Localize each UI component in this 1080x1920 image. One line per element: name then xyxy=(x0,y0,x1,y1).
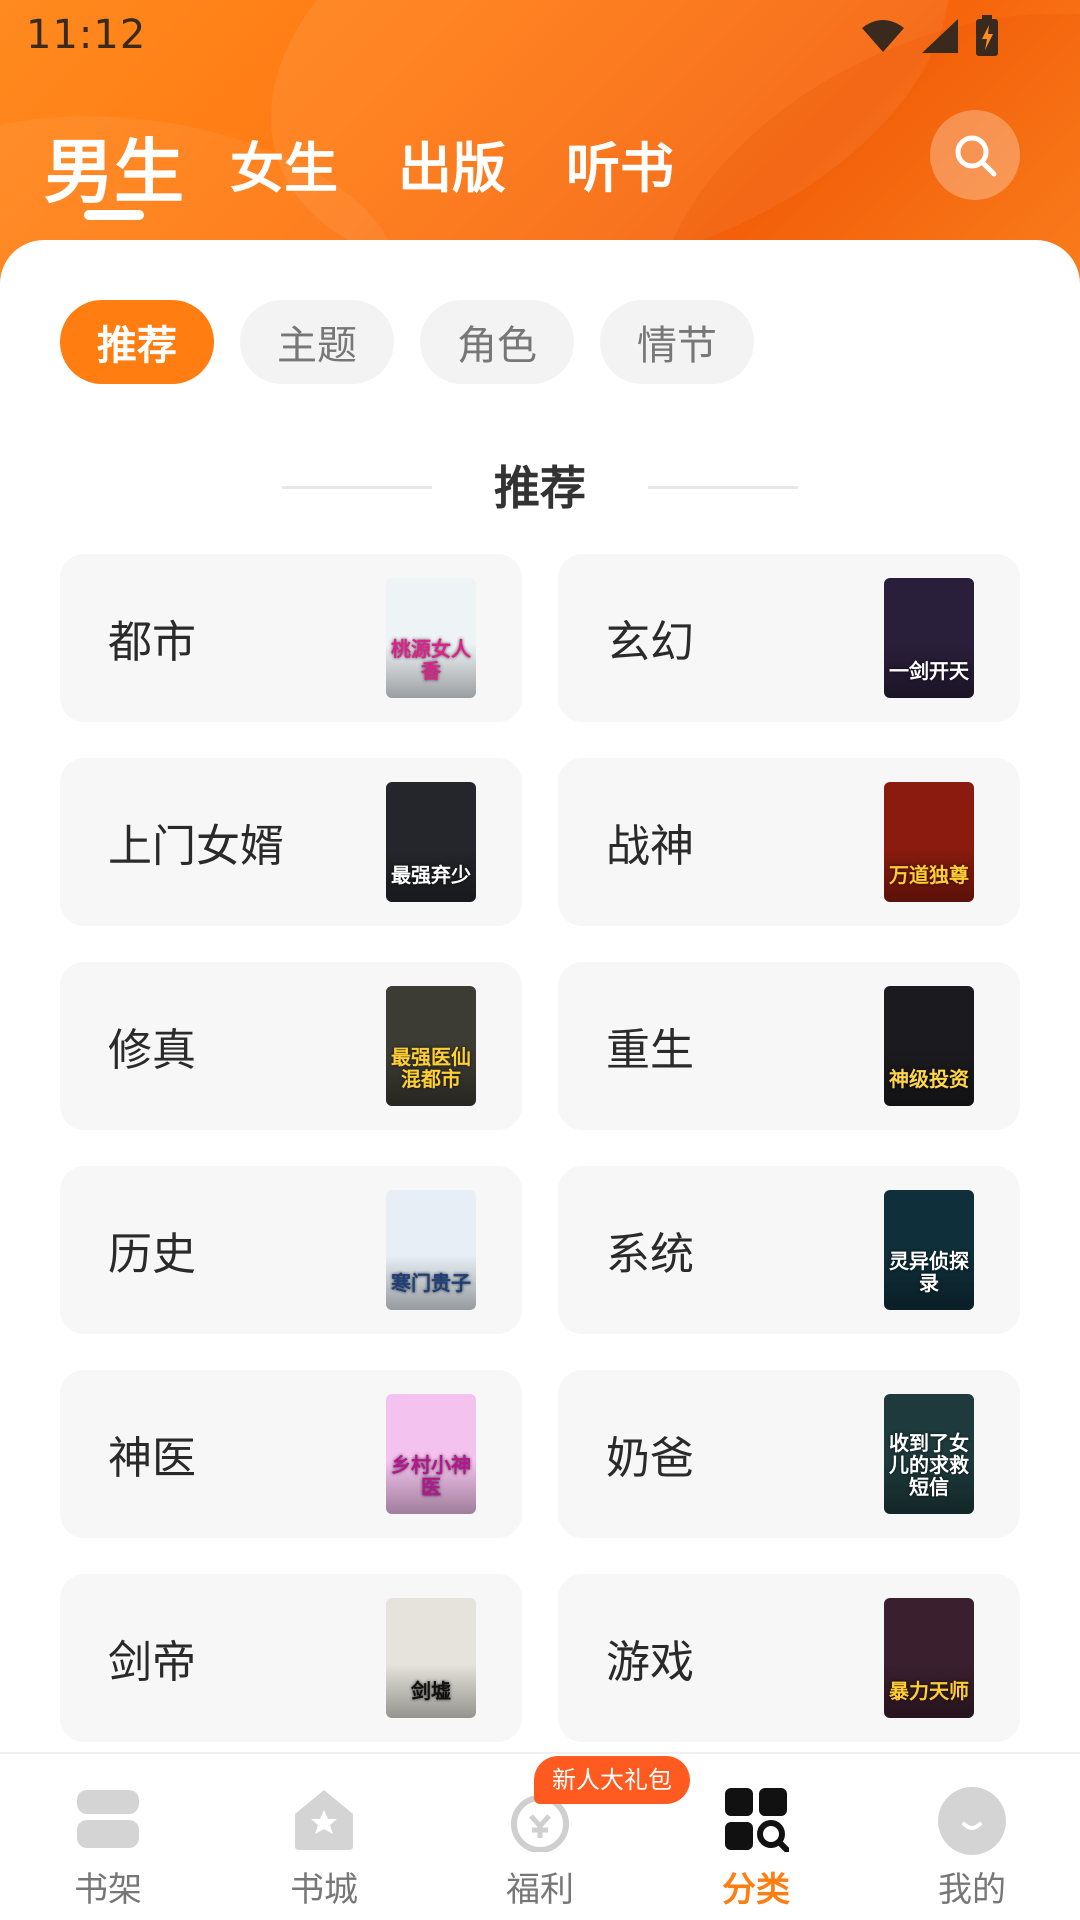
book-cover: 灵异侦探录 xyxy=(884,1190,974,1310)
book-cover: 万道独尊 xyxy=(884,782,974,902)
status-time: 11:12 xyxy=(26,12,147,58)
category-label: 神医 xyxy=(108,1433,196,1484)
search-button[interactable] xyxy=(930,110,1020,200)
category-label: 历史 xyxy=(108,1229,196,1280)
category-card[interactable]: 剑帝剑墟 xyxy=(60,1574,522,1742)
battery-icon xyxy=(976,15,998,56)
book-cover-title: 收到了女儿的求救短信 xyxy=(889,1431,969,1499)
category-label: 系统 xyxy=(606,1229,694,1280)
category-card[interactable]: 重生神级投资 xyxy=(558,962,1020,1130)
tab-female[interactable]: 女生 xyxy=(230,124,338,203)
book-cover-title: 最强弃少 xyxy=(391,863,471,887)
book-cover: 收到了女儿的求救短信 xyxy=(884,1394,974,1514)
chip-recommend[interactable]: 推荐 xyxy=(60,300,214,384)
book-cover-title: 乡村小神医 xyxy=(391,1453,471,1499)
category-card[interactable]: 玄幻一剑开天 xyxy=(558,554,1020,722)
book-cover-title: 一剑开天 xyxy=(889,659,969,683)
promo-badge[interactable]: 新人大礼包 xyxy=(534,1756,690,1804)
book-cover-title: 万道独尊 xyxy=(889,863,969,887)
cell-signal-icon xyxy=(922,19,958,53)
nav-profile[interactable]: 我的 xyxy=(864,1754,1080,1920)
chip-role[interactable]: 角色 xyxy=(420,300,574,384)
nav-label: 我的 xyxy=(938,1870,1006,1910)
category-label: 剑帝 xyxy=(108,1637,196,1688)
nav-label: 福利 xyxy=(506,1870,574,1910)
nav-label: 书架 xyxy=(74,1870,142,1910)
category-card[interactable]: 系统 灵异侦探录 xyxy=(558,1166,1020,1334)
category-card[interactable]: 上门女婿最强弃少 xyxy=(60,758,522,926)
book-cover-title: 寒门贵子 xyxy=(391,1271,471,1295)
nav-bookshelf[interactable]: 书架 xyxy=(0,1754,216,1920)
book-cover-title: 剑墟 xyxy=(411,1679,451,1703)
category-card[interactable]: 战神万道独尊 xyxy=(558,758,1020,926)
wifi-icon xyxy=(862,20,904,52)
search-icon xyxy=(955,135,997,177)
book-cover-title: 灵异侦探录 xyxy=(889,1249,969,1295)
book-cover: 一剑开天 xyxy=(884,578,974,698)
tab-male[interactable]: 男生 xyxy=(44,116,184,217)
book-cover-title: 暴力天师 xyxy=(889,1679,969,1703)
category-card[interactable]: 游戏暴力天师 xyxy=(558,1574,1020,1742)
tab-audiobook[interactable]: 听书 xyxy=(566,124,674,203)
book-cover-title: 桃源女人香 xyxy=(391,637,471,683)
book-cover: 神级投资 xyxy=(884,986,974,1106)
category-label: 修真 xyxy=(108,1025,196,1076)
category-label: 都市 xyxy=(108,617,196,668)
content-sheet: 推荐 主题 角色 情节 推荐 都市 桃源女人香 玄幻 一剑开天 上门女婿 最强弃少 战神 万道… xyxy=(0,240,1080,1750)
book-cover: 暴力天师 xyxy=(884,1598,974,1718)
chip-theme[interactable]: 主题 xyxy=(240,300,394,384)
book-cover-title: 神级投资 xyxy=(889,1067,969,1091)
nav-label: 分类 xyxy=(722,1870,790,1910)
category-card[interactable]: 都市 桃源女人香 xyxy=(60,554,522,722)
chip-plot[interactable]: 情节 xyxy=(600,300,754,384)
book-cover: 最强弃少 xyxy=(386,782,476,902)
tab-indicator xyxy=(84,210,144,220)
category-label: 玄幻 xyxy=(606,617,694,668)
profile-icon xyxy=(938,1787,1006,1855)
category-card[interactable]: 修真 最强医仙混都市 xyxy=(60,962,522,1130)
book-cover-title: 最强医仙混都市 xyxy=(391,1045,471,1091)
status-bar: 11:12 xyxy=(0,0,1080,80)
book-cover: 寒门贵子 xyxy=(386,1190,476,1310)
category-card[interactable]: 神医 乡村小神医 xyxy=(60,1370,522,1538)
category-label: 重生 xyxy=(606,1025,694,1076)
status-icons xyxy=(860,14,1000,58)
category-label: 游戏 xyxy=(606,1637,694,1688)
nav-label: 书城 xyxy=(290,1870,358,1910)
book-cover: 剑墟 xyxy=(386,1598,476,1718)
nav-store[interactable]: 书城 xyxy=(216,1754,432,1920)
store-star-icon xyxy=(295,1790,353,1850)
category-label: 战神 xyxy=(606,821,694,872)
divider-right xyxy=(648,486,798,489)
book-cover: 乡村小神医 xyxy=(386,1394,476,1514)
category-card[interactable]: 奶爸 收到了女儿的求救短信 xyxy=(558,1370,1020,1538)
book-cover: 桃源女人香 xyxy=(386,578,476,698)
section-title: 推荐 xyxy=(494,461,586,515)
category-card[interactable]: 历史寒门贵子 xyxy=(60,1166,522,1334)
tab-publish[interactable]: 出版 xyxy=(398,124,506,203)
category-grid-icon xyxy=(725,1788,789,1852)
category-label: 奶爸 xyxy=(606,1433,694,1484)
book-cover: 最强医仙混都市 xyxy=(386,986,476,1106)
bookshelf-icon xyxy=(77,1790,139,1848)
category-label: 上门女婿 xyxy=(108,821,284,872)
filter-chips: 推荐 主题 角色 情节 xyxy=(60,300,754,384)
